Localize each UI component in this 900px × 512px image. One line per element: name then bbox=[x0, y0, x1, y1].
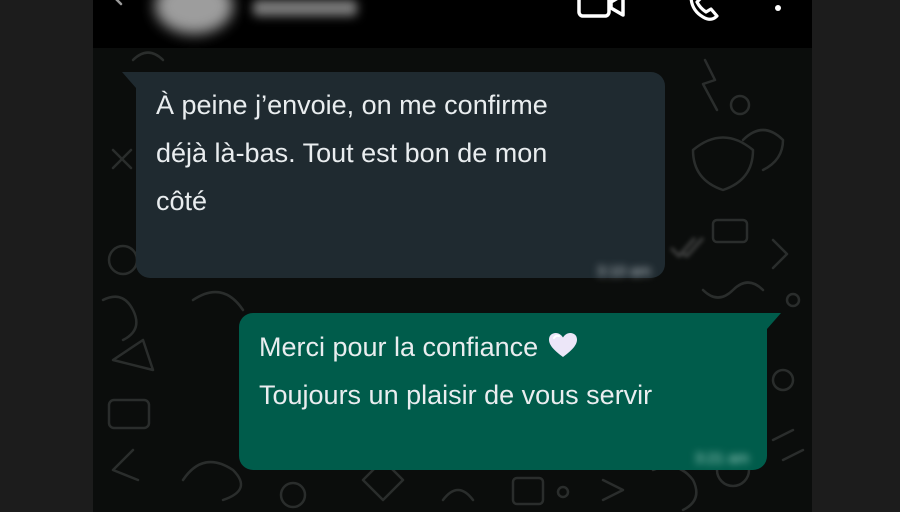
message-line: Toujours un plaisir de vous servir bbox=[259, 379, 653, 410]
back-arrow-icon[interactable] bbox=[111, 0, 135, 10]
message-text: À peine j’envoie, on me confirme déjà là… bbox=[156, 81, 645, 225]
message-line: À peine j’envoie, on me confirme bbox=[156, 90, 548, 120]
video-call-icon[interactable] bbox=[577, 0, 627, 24]
contact-name[interactable] bbox=[253, 0, 357, 16]
message-line: côté bbox=[156, 186, 208, 216]
message-timestamp: 3:10 am bbox=[596, 263, 651, 280]
message-timestamp: 3:21 am bbox=[694, 450, 749, 467]
chat-screen: À peine j’envoie, on me confirme déjà là… bbox=[93, 0, 812, 512]
message-line-with-emoji: Merci pour la confiance bbox=[259, 324, 747, 372]
avatar[interactable] bbox=[155, 0, 233, 34]
chat-header bbox=[93, 0, 812, 48]
outgoing-message[interactable]: Merci pour la confiance Toujours un plai… bbox=[239, 313, 781, 470]
message-line: Merci pour la confiance bbox=[259, 332, 539, 362]
message-text: Merci pour la confiance Toujours un plai… bbox=[259, 324, 747, 418]
white-heart-icon bbox=[548, 326, 578, 372]
read-receipt-icon bbox=[669, 237, 705, 259]
message-line: déjà là-bas. Tout est bon de mon bbox=[156, 138, 548, 168]
voice-call-icon[interactable] bbox=[687, 0, 721, 24]
more-menu-icon[interactable] bbox=[771, 0, 785, 16]
incoming-message[interactable]: À peine j’envoie, on me confirme déjà là… bbox=[122, 72, 705, 280]
